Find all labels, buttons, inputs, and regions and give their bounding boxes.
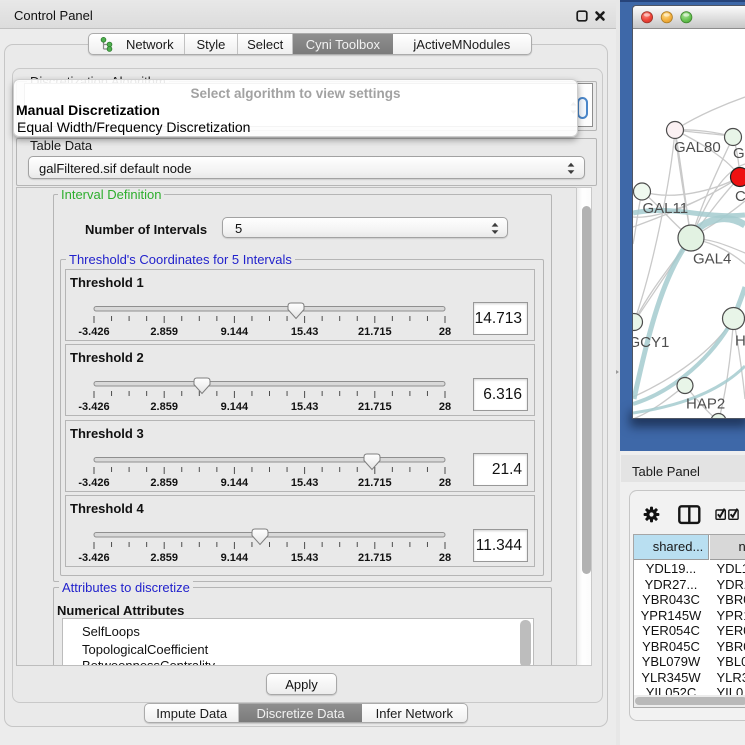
svg-text:C: C: [735, 188, 745, 205]
svg-text:H: H: [735, 332, 745, 349]
svg-text:GAL4: GAL4: [693, 250, 731, 267]
svg-text:HAP2: HAP2: [686, 395, 725, 412]
svg-text:GAL80: GAL80: [674, 139, 721, 156]
svg-text:GAL11: GAL11: [643, 200, 689, 217]
svg-text:GCY1: GCY1: [633, 334, 669, 351]
svg-text:G.: G.: [733, 145, 745, 162]
